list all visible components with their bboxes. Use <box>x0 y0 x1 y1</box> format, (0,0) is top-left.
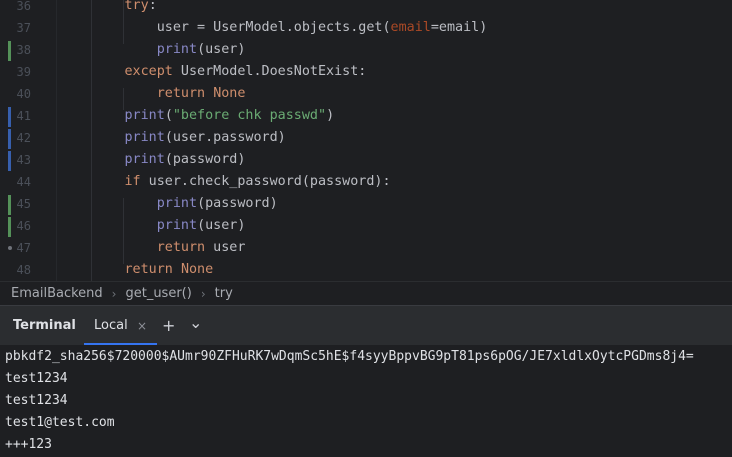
code-line[interactable]: 36 try: <box>0 0 732 17</box>
chevron-down-icon[interactable]: ⌄ <box>189 303 202 343</box>
line-number: 38 <box>16 43 31 57</box>
indent-guide <box>123 198 124 264</box>
line-number: 40 <box>16 87 31 101</box>
line-number: 42 <box>16 131 31 145</box>
breadcrumb: EmailBackend › get_user() › try <box>0 281 732 305</box>
terminal-output[interactable]: pbkdf2_sha256$720000$AUmr90ZFHuRK7wDqmSc… <box>0 345 732 457</box>
code-line[interactable]: 38 print(user) <box>0 39 732 61</box>
breadcrumb-item-method[interactable]: get_user() <box>125 286 191 301</box>
added-line-marker[interactable] <box>8 41 11 61</box>
breadcrumb-item-block[interactable]: try <box>215 286 233 301</box>
bullet-icon <box>8 246 12 250</box>
plus-icon[interactable]: + <box>162 306 175 346</box>
code-line[interactable]: 43 print(password) <box>0 149 732 171</box>
line-number: 36 <box>16 0 31 13</box>
code-line[interactable]: 37 user = UserModel.objects.get(email=em… <box>0 17 732 39</box>
line-number: 47 <box>16 241 31 255</box>
terminal-line: test1234 <box>5 371 68 386</box>
code-text: return None <box>156 86 246 101</box>
added-line-marker[interactable] <box>8 195 11 215</box>
modified-line-marker[interactable] <box>8 107 11 127</box>
chevron-right-icon: › <box>111 286 117 301</box>
terminal-line: +++123 <box>5 437 52 452</box>
code-line[interactable]: 42 print(user.password) <box>0 127 732 149</box>
close-icon[interactable]: × <box>137 306 147 346</box>
code-line[interactable]: 45 print(password) <box>0 193 732 215</box>
terminal-title: Terminal <box>13 318 76 333</box>
added-line-marker[interactable] <box>8 217 11 237</box>
code-line[interactable]: 47 return user <box>0 237 732 259</box>
code-line[interactable]: 46 print(user) <box>0 215 732 237</box>
code-editor[interactable]: 36 try: 37 user = UserModel.objects.get(e… <box>0 0 732 281</box>
code-text: print(user) <box>156 218 246 233</box>
line-number: 46 <box>16 219 31 233</box>
line-number: 45 <box>16 197 31 211</box>
code-line[interactable]: 41 print("before chk passwd") <box>0 105 732 127</box>
code-text: except UserModel.DoesNotExist: <box>124 64 367 79</box>
code-text: print(password) <box>124 152 246 167</box>
tab-local-label: Local <box>94 318 128 333</box>
modified-line-marker[interactable] <box>8 151 11 171</box>
code-text: print(password) <box>156 196 278 211</box>
chevron-right-icon: › <box>200 286 206 301</box>
indent-guide <box>91 0 92 281</box>
terminal-line: pbkdf2_sha256$720000$AUmr90ZFHuRK7wDqmSc… <box>5 349 694 364</box>
code-text: print(user) <box>156 42 246 57</box>
indent-guide <box>123 0 124 22</box>
line-number: 41 <box>16 109 31 123</box>
indent-guide <box>123 88 124 110</box>
terminal-line: test1@test.com <box>5 415 115 430</box>
code-text: user = UserModel.objects.get(email=email… <box>60 20 488 35</box>
code-line[interactable]: 39 except UserModel.DoesNotExist: <box>0 61 732 83</box>
line-number: 39 <box>16 65 31 79</box>
code-text: return None <box>124 262 214 277</box>
terminal-line: test1234 <box>5 393 68 408</box>
modified-line-marker[interactable] <box>8 129 11 149</box>
code-text: print(user.password) <box>124 130 286 145</box>
code-text: print("before chk passwd") <box>124 108 335 123</box>
line-number: 43 <box>16 153 31 167</box>
line-number: 37 <box>16 21 31 35</box>
terminal-toolbar: Terminal Local × + ⌄ <box>0 303 732 346</box>
code-line[interactable]: 48 return None <box>0 259 732 281</box>
code-line[interactable]: 40 return None <box>0 83 732 105</box>
line-number: 44 <box>16 175 31 189</box>
code-text: if user.check_password(password): <box>124 174 391 189</box>
ide-window: 36 try: 37 user = UserModel.objects.get(e… <box>0 0 732 457</box>
code-text: return user <box>156 240 246 255</box>
line-number: 48 <box>16 263 31 277</box>
breadcrumb-item-class[interactable]: EmailBackend <box>11 286 103 301</box>
code-text: try: <box>124 0 157 13</box>
code-line[interactable]: 44 if user.check_password(password): <box>0 171 732 193</box>
tab-local[interactable]: Local × <box>84 306 157 346</box>
indent-guide <box>123 22 124 44</box>
